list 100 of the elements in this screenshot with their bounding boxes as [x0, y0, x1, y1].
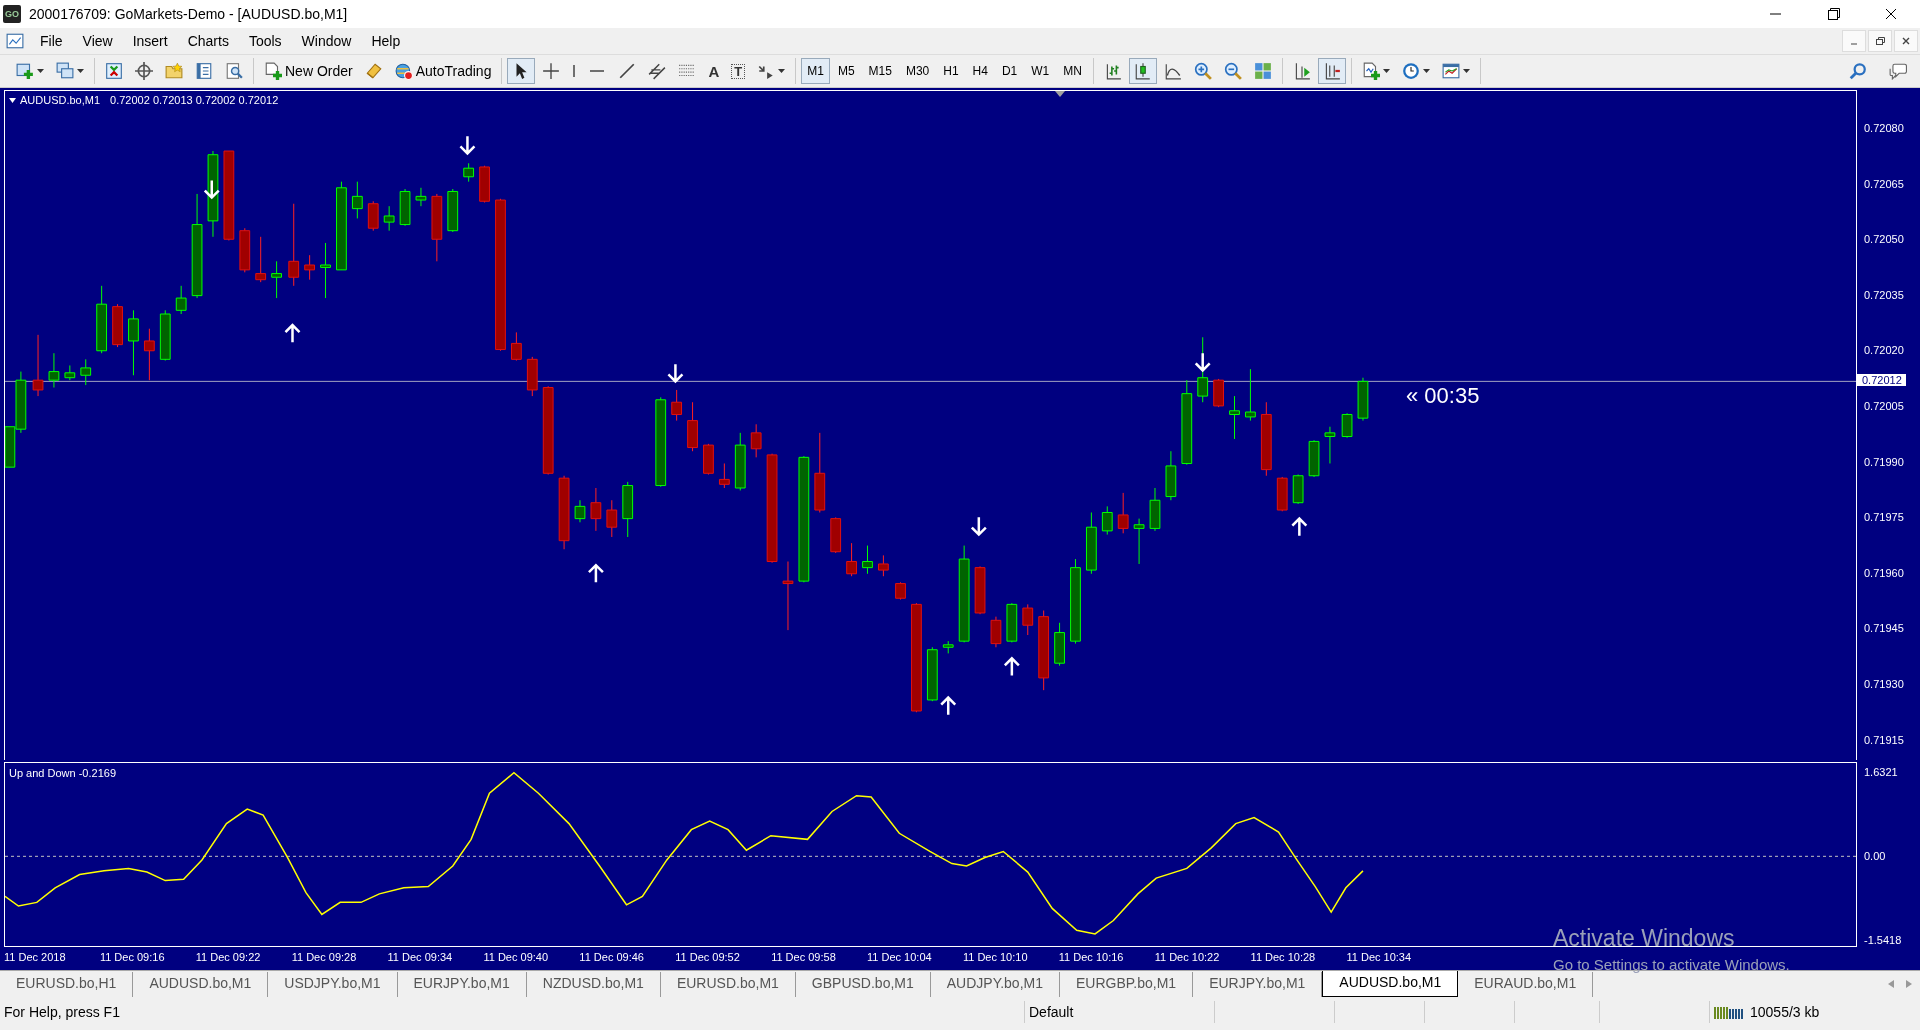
candlestick-icon	[1133, 62, 1152, 80]
panel-icon	[195, 62, 213, 80]
price-label: 0.71975	[1864, 511, 1904, 524]
up-arrow-icon	[588, 563, 604, 583]
search-icon	[1849, 62, 1867, 80]
book-icon	[364, 62, 383, 80]
price-label: 0.71930	[1864, 678, 1904, 690]
up-arrow-icon	[1004, 656, 1020, 676]
menu-item[interactable]: File	[30, 30, 73, 52]
chart-tab[interactable]: EURUSD.bo,M1	[660, 972, 796, 997]
text-tool-button[interactable]: A	[703, 58, 725, 84]
time-label: 11 Dec 10:28	[1250, 951, 1317, 965]
magnifier-document-icon	[225, 62, 243, 80]
price-label: 0.72050	[1864, 233, 1904, 246]
current-price-label: 0.72012	[1857, 374, 1906, 386]
candle-countdown: « 00:35	[1406, 383, 1480, 409]
price-label: 0.71915	[1864, 733, 1904, 746]
time-label: 11 Dec 10:22	[1154, 951, 1221, 965]
menu-item[interactable]: Window	[291, 30, 362, 52]
indicator-scale-label: 0.00	[1864, 850, 1886, 862]
clock-icon	[1401, 62, 1420, 80]
time-label: 11 Dec 09:40	[483, 951, 550, 965]
app-logo: GO	[3, 5, 21, 23]
chart-tab[interactable]: USDJPY.bo,M1	[268, 972, 398, 997]
folder-star-icon	[165, 62, 183, 80]
globe-stop-icon	[394, 62, 413, 80]
indicator-scale-label: -1.5418	[1864, 934, 1902, 946]
down-arrow-icon	[204, 180, 220, 200]
chart-tab[interactable]: AUDJPY.bo,M1	[930, 972, 1060, 997]
timeframe-button[interactable]: MN	[1057, 58, 1088, 84]
chart-tab[interactable]: NZDUSD.bo,M1	[526, 972, 661, 997]
scroll-left-icon[interactable]	[1888, 980, 1894, 988]
menu-item[interactable]: View	[72, 30, 123, 52]
time-label: 11 Dec 09:28	[291, 951, 358, 965]
chart-tab[interactable]: AUDUSD.bo,M1	[1322, 971, 1459, 997]
timeframe-button[interactable]: W1	[1025, 58, 1056, 84]
menu-item[interactable]: Charts	[177, 30, 239, 52]
indicator-scale-label: 1.6321	[1864, 766, 1898, 778]
time-label: 11 Dec 2018	[4, 951, 67, 965]
down-arrow-icon	[971, 517, 987, 537]
zoom-out-icon	[1223, 62, 1242, 80]
chart-tab[interactable]: EURAUD.bo,M1	[1458, 972, 1594, 997]
time-label: 11 Dec 09:46	[579, 951, 645, 965]
menu-item[interactable]: Help	[361, 30, 411, 52]
chart-tab[interactable]: GBPUSD.bo,M1	[795, 972, 931, 997]
chart-tab[interactable]: EURJPY.bo,M1	[397, 972, 527, 997]
up-arrow-icon	[285, 323, 300, 343]
time-label: 11 Dec 09:34	[387, 951, 454, 965]
timeframe-button[interactable]: M30	[899, 58, 936, 84]
chart-tab[interactable]: AUDUSD.bo,M1	[133, 972, 269, 997]
menu-item[interactable]: Tools	[238, 30, 292, 52]
new-order-button[interactable]: New Order	[259, 58, 358, 84]
timeframe-button[interactable]: M5	[831, 58, 861, 84]
time-label: 11 Dec 09:16	[99, 951, 166, 965]
template-icon	[1441, 62, 1460, 80]
shift-marker-icon	[1055, 91, 1065, 97]
timeframe-button[interactable]: H4	[966, 58, 994, 84]
crosshair-icon	[542, 62, 561, 80]
windows-icon	[56, 62, 74, 80]
timeframe-button[interactable]: H1	[937, 58, 965, 84]
chart-shift-button[interactable]	[1317, 58, 1346, 84]
indicator-add-icon	[1361, 62, 1380, 80]
price-label: 0.72035	[1864, 288, 1904, 301]
up-arrow-icon	[1292, 516, 1307, 536]
collapse-triangle-icon[interactable]	[9, 97, 16, 103]
text-label-button[interactable]: T	[726, 58, 751, 84]
window-title: 2000176709: GoMarkets-Demo - [AUDUSD.bo,M1]	[29, 6, 349, 22]
timeframe-button[interactable]: M1	[801, 58, 830, 84]
traffic-text: 10055/3 kb	[1750, 1004, 1820, 1020]
candlestick-button[interactable]	[1128, 58, 1157, 84]
chat-icon	[1889, 62, 1907, 80]
trendline-icon	[618, 62, 637, 80]
new-chart-icon	[16, 62, 34, 80]
connection-bars-icon	[1714, 1005, 1744, 1019]
down-arrow-icon	[668, 364, 683, 384]
time-label: 11 Dec 10:04	[867, 951, 933, 965]
up-arrow-icon	[940, 695, 956, 715]
chart-tab[interactable]: EURUSD.bo,H1	[0, 972, 134, 997]
zoom-in-icon	[1193, 62, 1212, 80]
price-label: 0.72080	[1864, 122, 1904, 134]
ohlc-values: 0.72002 0.72013 0.72002 0.72012	[110, 94, 279, 106]
target-icon	[135, 62, 153, 80]
chart-window-icon	[6, 32, 24, 50]
timeframe-button[interactable]: M15	[862, 58, 898, 84]
down-arrow-icon	[1195, 353, 1211, 373]
price-label: 0.72020	[1864, 344, 1904, 357]
time-label: 11 Dec 10:10	[962, 951, 1029, 965]
chart-tab[interactable]: EURGBP.bo,M1	[1060, 972, 1194, 997]
channel-icon	[648, 62, 667, 80]
menu-item[interactable]: Insert	[122, 30, 178, 52]
quotes-icon	[105, 62, 123, 80]
timeframe-button[interactable]: D1	[995, 58, 1024, 84]
time-label: 11 Dec 10:34	[1346, 951, 1413, 965]
tile-windows-icon	[1253, 62, 1272, 80]
autotrading-button[interactable]: AutoTrading	[389, 58, 497, 84]
price-label: 0.72005	[1864, 400, 1904, 412]
cursor-button[interactable]	[507, 58, 536, 84]
indicator-label: Up and Down -0.2169	[9, 767, 116, 779]
scroll-right-icon[interactable]	[1906, 980, 1912, 988]
vertical-line-icon	[572, 63, 577, 79]
